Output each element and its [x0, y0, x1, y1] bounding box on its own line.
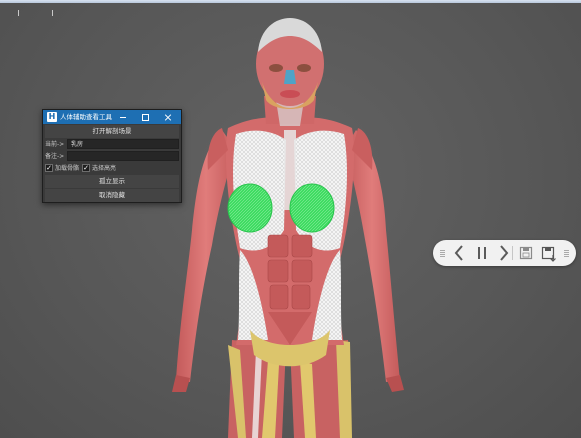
name-field-row: 当前-> 乳房 [45, 139, 179, 150]
isolate-button[interactable]: 孤立显示 [45, 175, 179, 188]
name-label: 当前-> [45, 141, 65, 148]
grip-icon[interactable] [564, 240, 569, 266]
note-input[interactable] [67, 151, 179, 161]
save-as-icon[interactable] [541, 240, 557, 266]
title-bar[interactable]: H 人体辅助查看工具 [43, 110, 181, 124]
note-label: 备注-> [45, 153, 65, 160]
options-row: ✓ 加载骨骼 ✓ 选择高亮 [45, 163, 179, 174]
previous-icon[interactable] [453, 240, 467, 266]
open-scene-button[interactable]: 打开解剖场景 [45, 125, 179, 138]
select-highlight-checkbox[interactable]: ✓ 选择高亮 [82, 164, 116, 173]
cancel-hide-button[interactable]: 取消隐藏 [45, 189, 179, 202]
load-skeleton-label: 加载骨骼 [55, 165, 80, 172]
checkbox-icon: ✓ [45, 164, 53, 172]
checkbox-icon: ✓ [82, 164, 90, 172]
torso [207, 117, 373, 367]
grip-icon[interactable] [440, 240, 445, 266]
window-title: 人体辅助查看工具 [60, 113, 112, 121]
divider [512, 246, 513, 260]
pause-icon[interactable] [475, 240, 489, 266]
close-icon[interactable] [158, 110, 178, 124]
minimize-icon[interactable] [113, 110, 133, 124]
app-icon: H [47, 112, 57, 122]
save-icon[interactable] [519, 240, 533, 266]
playback-controls [433, 240, 576, 266]
maximize-icon[interactable] [135, 110, 155, 124]
next-icon[interactable] [496, 240, 510, 266]
note-field-row: 备注-> [45, 151, 179, 162]
anatomy-model[interactable] [0, 0, 581, 438]
select-highlight-label: 选择高亮 [92, 165, 117, 172]
name-input[interactable]: 乳房 [67, 139, 179, 149]
load-skeleton-checkbox[interactable]: ✓ 加载骨骼 [45, 164, 79, 173]
head [256, 18, 324, 109]
anatomy-tool-window[interactable]: H 人体辅助查看工具 打开解剖场景 当前-> 乳房 备注-> ✓ 加载骨骼 ✓ 选择… [42, 109, 182, 203]
